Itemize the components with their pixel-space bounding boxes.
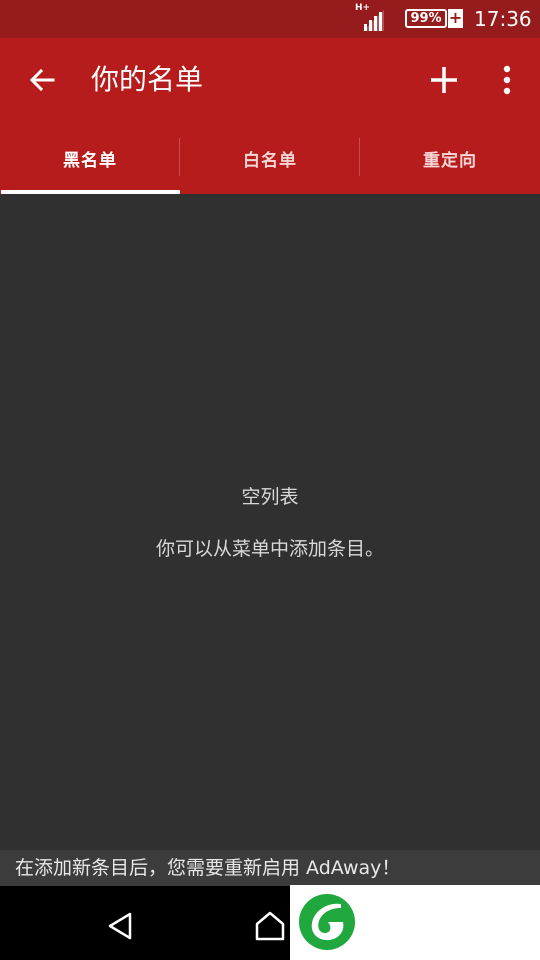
snackbar: 在添加新条目后，您需要重新启用 AdAway！ [0, 850, 540, 886]
triangle-back-icon [108, 912, 132, 940]
charging-icon: + [448, 8, 463, 28]
empty-list-hint: 你可以从菜单中添加条目。 [155, 538, 384, 560]
tab-redirect[interactable]: 重定向 [360, 122, 540, 194]
overflow-menu-button[interactable] [486, 56, 528, 104]
screen: H+ 99% + 17:36 你的名单 黑名单 白名单 重定向 空列表 你可以从… [0, 0, 540, 960]
more-vertical-icon [503, 65, 511, 95]
nav-back-button[interactable] [96, 902, 144, 950]
tab-blacklist[interactable]: 黑名单 [0, 122, 180, 194]
battery-icon: 99% [405, 9, 447, 28]
leaf-logo-icon [299, 894, 355, 950]
list-content: 空列表 你可以从菜单中添加条目。 [0, 194, 540, 850]
back-button[interactable] [20, 56, 64, 104]
add-entry-button[interactable] [420, 56, 468, 104]
status-bar: H+ 99% + 17:36 [0, 0, 540, 38]
tab-blacklist-label: 黑名单 [63, 150, 117, 171]
tab-bar: 黑名单 白名单 重定向 [0, 122, 540, 194]
page-title: 你的名单 [91, 63, 204, 96]
tab-whitelist-label: 白名单 [243, 150, 297, 171]
watermark-panel [290, 885, 540, 960]
empty-list-title: 空列表 [241, 486, 299, 508]
snackbar-message: 在添加新条目后，您需要重新启用 AdAway！ [15, 857, 401, 879]
app-bar: 你的名单 [0, 38, 540, 122]
signal-icon [363, 10, 384, 31]
home-icon [255, 911, 285, 941]
arrow-left-icon [29, 68, 55, 92]
nav-home-button[interactable] [246, 902, 294, 950]
tab-redirect-label: 重定向 [423, 150, 477, 171]
tab-whitelist[interactable]: 白名单 [180, 122, 360, 194]
plus-icon [431, 67, 457, 93]
status-clock: 17:36 [474, 7, 532, 31]
